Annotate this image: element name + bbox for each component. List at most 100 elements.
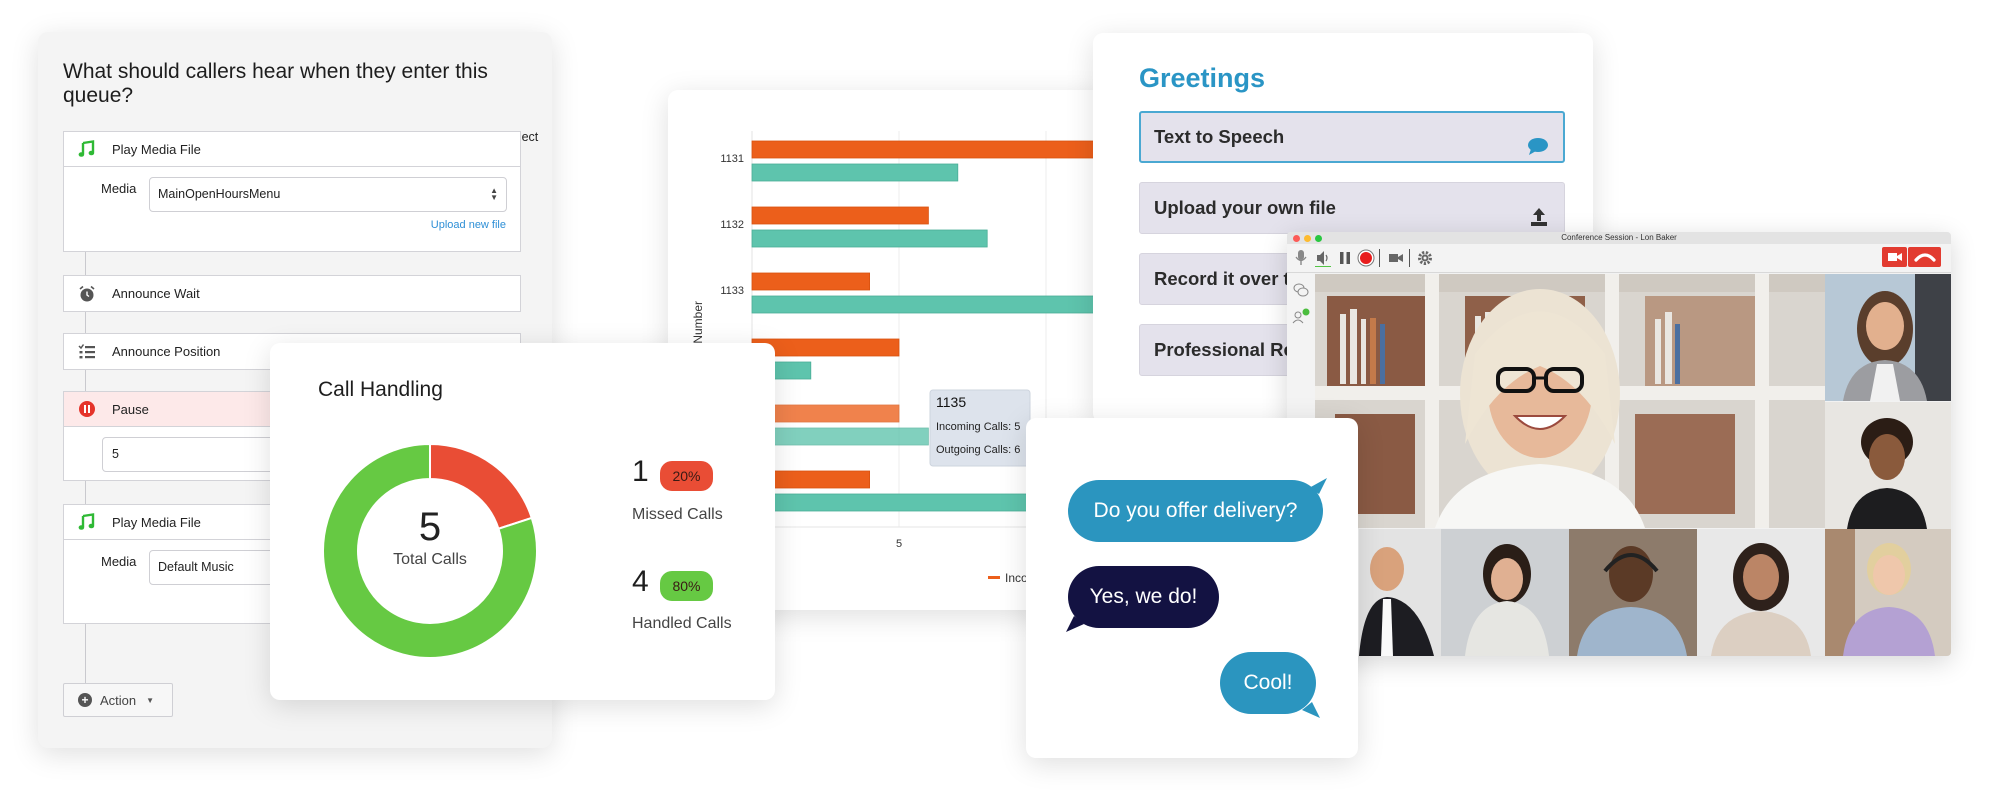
option-label: Record it over th: [1154, 268, 1301, 289]
bar-outgoing-1132: [751, 229, 988, 248]
hang-up-icon: [1913, 253, 1936, 262]
legend-label: Inco: [1005, 571, 1028, 585]
legend-swatch: [988, 576, 1000, 579]
camera-off-icon: [1887, 253, 1902, 261]
chat-bubble-agent: Yes, we do!: [1066, 566, 1219, 632]
pause-icon[interactable]: [1336, 249, 1354, 267]
step-play-media-file: Play Media File Media MainOpenHoursMenu …: [63, 131, 521, 252]
chat-card: Do you offer delivery? Yes, we do! Cool!: [1026, 418, 1358, 758]
handled-calls-label: Handled Calls: [632, 615, 732, 632]
message-text: Do you offer delivery?: [1093, 499, 1298, 522]
speaker-icon[interactable]: [1314, 249, 1332, 267]
microphone-icon[interactable]: [1292, 249, 1310, 267]
select-arrows-icon: ▲ ▼: [490, 186, 498, 202]
greeting-option-upload[interactable]: Upload your own file: [1139, 182, 1565, 234]
close-window-button[interactable]: [1293, 235, 1300, 242]
call-handling-title: Call Handling: [318, 378, 443, 401]
connector-line: [85, 370, 86, 391]
connector-line: [85, 312, 86, 333]
toolbar-separator: [1379, 249, 1380, 267]
missed-calls-percent-badge: 20%: [660, 461, 713, 491]
step-label: Play Media File: [112, 514, 201, 530]
missed-calls-label: Missed Calls: [632, 506, 723, 523]
connector-line: [85, 481, 86, 504]
participant-video-tile: [1359, 529, 1441, 656]
bar-incoming-1131: [751, 140, 1108, 159]
bar-incoming-1132: [751, 206, 929, 225]
conference-window: Conference Session - Lon Baker: [1287, 232, 1951, 656]
participant-video-tile: [1697, 529, 1825, 656]
music-note-icon: [78, 513, 96, 531]
step-header[interactable]: Play Media File: [64, 132, 520, 167]
participant-video-tile: [1825, 274, 1951, 401]
total-calls-value: 5: [418, 505, 442, 549]
main-speaker-video: [1315, 274, 1825, 528]
step-label: Announce Position: [112, 344, 221, 359]
bar-outgoing-1131: [751, 163, 959, 182]
add-action-button[interactable]: + Action ▼: [63, 683, 173, 717]
window-title: Conference Session - Lon Baker: [1561, 233, 1677, 242]
bubble-tail: [1302, 702, 1320, 718]
gear-icon[interactable]: [1416, 249, 1434, 267]
caret-down-icon: ▼: [146, 695, 155, 705]
participant-video-tile: [1441, 529, 1569, 656]
option-label: Upload your own file: [1154, 197, 1336, 218]
participants-icon[interactable]: [1292, 308, 1310, 324]
media-select-value: Default Music: [158, 560, 234, 574]
step-label: Pause: [112, 401, 149, 417]
bar-outgoing-1133: [751, 295, 1108, 314]
y-tick-label: 1133: [720, 285, 744, 297]
missed-calls-count: 1: [632, 455, 649, 488]
chat-bubble-customer: Do you offer delivery?: [1068, 478, 1327, 542]
chat-bubble-customer: Cool!: [1220, 652, 1320, 718]
pause-circle-icon: [78, 400, 96, 418]
step-label: Announce Wait: [112, 286, 200, 301]
tooltip-title: 1135: [936, 394, 966, 410]
bubble-tail: [1066, 616, 1084, 632]
participant-video-tile: [1825, 402, 1951, 529]
toolbar-separator: [1409, 249, 1410, 267]
handled-calls-count: 4: [632, 565, 649, 598]
call-toolbar: [1287, 244, 1951, 273]
minimize-window-button[interactable]: [1304, 235, 1311, 242]
bubble-tail: [1309, 478, 1327, 494]
camera-off-button[interactable]: [1882, 247, 1907, 267]
tooltip-line: Outgoing Calls: 6: [936, 444, 1020, 456]
greetings-title: Greetings: [1139, 63, 1266, 93]
upload-icon: [1528, 197, 1550, 226]
call-handling-card: Call Handling 5 Total Calls 1 20% Missed…: [270, 343, 775, 700]
upload-new-file-link[interactable]: Upload new file: [431, 219, 506, 231]
media-select-value: MainOpenHoursMenu: [158, 187, 281, 201]
y-tick-label: 1131: [720, 153, 744, 165]
participant-video-tile: [1825, 529, 1951, 656]
y-tick-label: 1132: [720, 219, 744, 231]
alarm-clock-icon: [78, 285, 96, 303]
media-label: Media: [101, 554, 137, 569]
video-camera-icon[interactable]: [1387, 249, 1405, 267]
step-announce-wait: Announce Wait: [63, 275, 521, 312]
handled-calls-percent-badge: 80%: [660, 571, 713, 601]
media-label: Media: [101, 181, 137, 196]
connector-line: [85, 624, 86, 683]
chat-icon[interactable]: [1293, 283, 1309, 297]
record-icon[interactable]: [1357, 249, 1375, 267]
music-note-icon: [78, 140, 96, 158]
checklist-icon: [78, 343, 96, 361]
hang-up-button[interactable]: [1908, 247, 1941, 267]
greeting-option-text-to-speech[interactable]: Text to Speech: [1139, 111, 1565, 163]
media-select[interactable]: MainOpenHoursMenu ▲ ▼: [149, 177, 507, 212]
tooltip-line: Incoming Calls: 5: [936, 421, 1020, 433]
plus-circle-icon: +: [78, 693, 92, 707]
connector-line: [85, 252, 86, 275]
message-text: Cool!: [1243, 671, 1293, 694]
step-header[interactable]: Announce Wait: [64, 276, 520, 311]
panel-title: What should callers hear when they enter…: [63, 60, 488, 107]
participant-video-tile: [1569, 529, 1697, 656]
total-calls-label: Total Calls: [393, 551, 467, 568]
x-tick-label: 5: [896, 538, 902, 550]
option-label: Professional Re: [1154, 339, 1294, 360]
maximize-window-button[interactable]: [1315, 235, 1322, 242]
step-label: Play Media File: [112, 141, 201, 157]
action-label: Action: [100, 692, 137, 708]
speech-bubble-icon: [1527, 127, 1549, 155]
